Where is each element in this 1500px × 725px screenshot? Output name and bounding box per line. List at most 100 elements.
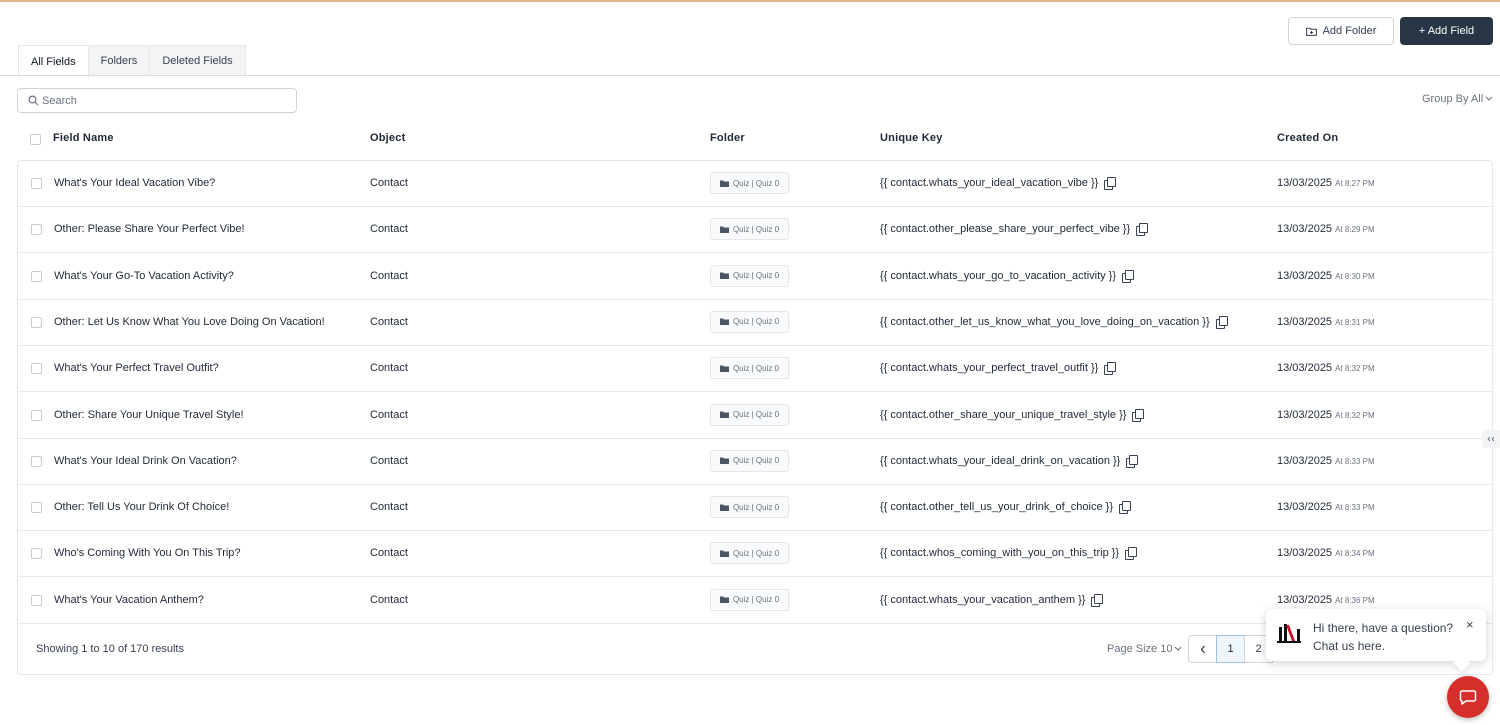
copy-icon[interactable]	[1125, 547, 1138, 561]
created-time: At 8:27 PM	[1335, 179, 1375, 188]
folder-icon	[719, 365, 729, 372]
add-folder-button[interactable]: Add Folder	[1288, 17, 1394, 45]
created-time: At 8:31 PM	[1335, 317, 1375, 327]
search-input[interactable]	[42, 94, 282, 107]
unique-key: {{ contact.whats_your_ideal_vacation_vib…	[880, 177, 1099, 189]
table-row[interactable]: Other: Tell Us Your Drink Of Choice! Cont…	[18, 485, 1492, 532]
folder-icon	[719, 318, 729, 326]
field-name[interactable]: Other: Let Us Know What You Love Doing O…	[54, 316, 325, 328]
copy-icon[interactable]	[1126, 454, 1139, 468]
field-name[interactable]: What's Your Ideal Vacation Vibe?	[54, 177, 215, 189]
created-date: 13/03/2025	[1277, 593, 1333, 606]
object-type: Contact	[370, 269, 408, 282]
folder-badge[interactable]: Quiz | Quiz 0	[710, 264, 789, 287]
table-row[interactable]: Other: Let Us Know What You Love Doing O…	[18, 300, 1492, 346]
page-size-dropdown[interactable]: Page Size 10	[1107, 643, 1182, 655]
folder-icon	[719, 550, 729, 557]
field-name[interactable]: What's Your Ideal Drink On Vacation?	[54, 455, 237, 467]
row-checkbox[interactable]	[31, 363, 42, 375]
header-created-on[interactable]: Created On	[1277, 132, 1338, 144]
table-row[interactable]: What's Your Ideal Vacation Vibe? Contact Q…	[18, 161, 1492, 207]
tab-deleted-fields[interactable]: Deleted Fields	[149, 45, 246, 76]
folder-badge[interactable]: Quiz | Quiz 0	[710, 496, 789, 519]
table-row[interactable]: Other: Share Your Unique Travel Style! Co…	[18, 393, 1492, 439]
folder-badge[interactable]: Quiz | Quiz 0	[710, 218, 789, 241]
group-by-dropdown[interactable]: Group By All	[1422, 93, 1493, 105]
copy-icon[interactable]	[1136, 223, 1149, 237]
add-field-label: + Add Field	[1418, 25, 1475, 37]
folder-label: Quiz | Quiz 0	[732, 224, 780, 234]
unique-key-cell: {{ contact.other_share_your_unique_trave…	[880, 408, 1145, 422]
folder-label: Quiz | Quiz 0	[732, 595, 780, 605]
header-object[interactable]: Object	[370, 132, 405, 144]
created-on-cell: 13/03/2025 At 8:29 PM	[1277, 223, 1375, 235]
folder-badge[interactable]: Quiz | Quiz 0	[710, 588, 789, 611]
created-date: 13/03/2025	[1277, 362, 1333, 375]
folder-badge[interactable]: Quiz | Quiz 0	[710, 357, 789, 380]
folder-badge[interactable]: Quiz | Quiz 0	[710, 172, 789, 194]
folder-icon	[719, 411, 729, 418]
copy-icon[interactable]	[1104, 362, 1117, 376]
field-name[interactable]: What's Your Perfect Travel Outfit?	[54, 362, 219, 374]
folder-icon	[719, 457, 729, 465]
folder-plus-icon	[1305, 27, 1317, 36]
add-field-button[interactable]: + Add Field	[1400, 17, 1493, 45]
field-name[interactable]: What's Your Vacation Anthem?	[54, 594, 204, 606]
created-on-cell: 13/03/2025 At 8:27 PM	[1277, 177, 1375, 189]
table-header: Field Name Object Folder Unique Key Crea…	[18, 128, 1493, 150]
tab-folders[interactable]: Folders	[87, 45, 151, 76]
copy-icon[interactable]	[1132, 408, 1145, 422]
copy-icon[interactable]	[1104, 177, 1117, 191]
row-checkbox[interactable]	[31, 270, 42, 282]
row-checkbox[interactable]	[31, 548, 42, 560]
folder-badge[interactable]: Quiz | Quiz 0	[710, 449, 789, 472]
table-row[interactable]: Who's Coming With You On This Trip? Conta…	[18, 531, 1492, 578]
table-row[interactable]: What's Your Ideal Drink On Vacation? Cont…	[18, 439, 1492, 485]
folder-badge[interactable]: Quiz | Quiz 0	[710, 542, 789, 565]
row-checkbox[interactable]	[31, 224, 42, 236]
table-row[interactable]: Other: Please Share Your Perfect Vibe! Co…	[18, 207, 1492, 254]
copy-icon[interactable]	[1119, 501, 1131, 515]
tab-all-fields[interactable]: All Fields	[18, 45, 89, 77]
select-all-checkbox[interactable]	[30, 134, 41, 145]
header-field-name[interactable]: Field Name	[53, 132, 114, 144]
header-folder[interactable]: Folder	[710, 132, 745, 144]
unique-key-cell: {{ contact.other_let_us_know_what_you_lo…	[880, 315, 1228, 329]
field-name[interactable]: Who's Coming With You On This Trip?	[54, 547, 241, 559]
row-checkbox[interactable]	[31, 455, 42, 467]
unique-key-cell: {{ contact.whats_your_ideal_drink_on_vac…	[880, 454, 1139, 468]
row-checkbox[interactable]	[31, 316, 42, 328]
field-name[interactable]: Other: Please Share Your Perfect Vibe!	[54, 223, 245, 235]
object-type: Contact	[370, 501, 408, 514]
copy-icon[interactable]	[1122, 269, 1135, 283]
unique-key-cell: {{ contact.other_please_share_your_perfe…	[880, 223, 1149, 237]
copy-icon[interactable]	[1215, 315, 1228, 329]
unique-key: {{ contact.other_tell_us_your_drink_of_c…	[880, 501, 1113, 514]
page-1-button[interactable]: 1	[1216, 635, 1245, 663]
chevron-down-icon	[1175, 646, 1182, 651]
search-icon	[28, 95, 39, 106]
field-name[interactable]: Other: Share Your Unique Travel Style!	[54, 409, 244, 421]
row-checkbox[interactable]	[31, 502, 42, 514]
row-checkbox[interactable]	[31, 178, 42, 189]
folder-badge[interactable]: Quiz | Quiz 0	[710, 403, 789, 426]
row-checkbox[interactable]	[31, 594, 42, 606]
side-panel-toggle[interactable]	[1482, 430, 1500, 448]
object-type: Contact	[370, 315, 408, 328]
table-row[interactable]: What's Your Perfect Travel Outfit? Contac…	[18, 346, 1492, 393]
header-unique-key[interactable]: Unique Key	[880, 132, 943, 144]
row-checkbox[interactable]	[31, 409, 42, 421]
table-row[interactable]: What's Your Go-To Vacation Activity? Cont…	[18, 254, 1492, 300]
field-name[interactable]: Other: Tell Us Your Drink Of Choice!	[54, 501, 229, 513]
chevron-left-icon	[1487, 436, 1495, 442]
copy-icon[interactable]	[1091, 593, 1104, 607]
field-name[interactable]: What's Your Go-To Vacation Activity?	[54, 270, 234, 282]
chat-popup[interactable]: Hi there, have a question? Chat us here.…	[1266, 609, 1486, 672]
folder-badge[interactable]: Quiz | Quiz 0	[710, 310, 789, 333]
prev-page-button[interactable]	[1188, 635, 1217, 663]
close-icon[interactable]: ×	[1466, 617, 1474, 632]
search-box	[17, 88, 297, 113]
chat-launcher-button[interactable]	[1447, 676, 1489, 718]
created-on-cell: 13/03/2025 At 8:34 PM	[1277, 547, 1375, 559]
add-folder-label: Add Folder	[1322, 25, 1377, 37]
